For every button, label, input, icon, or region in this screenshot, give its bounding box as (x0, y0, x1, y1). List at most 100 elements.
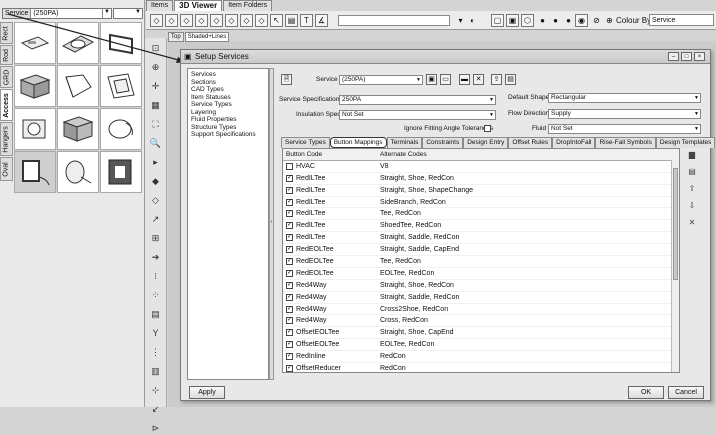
tree-item-cad-types[interactable]: CAD Types (191, 86, 265, 94)
row-checkbox[interactable]: ✓ (286, 329, 293, 337)
table-row[interactable]: ✓ Red4Way Cross2Shoe, RedCon (283, 304, 679, 316)
select-mode-icon[interactable]: ↖ (270, 14, 283, 27)
tab-hangers[interactable]: Hangers (0, 122, 13, 156)
upload-icon[interactable]: ⇪ (491, 74, 502, 85)
fit-icon[interactable]: ⛶ (149, 117, 163, 131)
tree-item-item-statuses[interactable]: Item Statuses (191, 94, 265, 102)
alternate-codes-cell[interactable]: Straight, Shoe, CapEnd (378, 329, 679, 336)
tab-item-folders[interactable]: Item Folders (223, 0, 273, 11)
tool-10-icon[interactable]: ↗ (149, 212, 163, 226)
ok-button[interactable]: OK (628, 386, 664, 399)
table-row[interactable]: ✓ OffsetEOLTee EOLTee, RedCon (283, 339, 679, 352)
tab-constraints[interactable]: Constraints (422, 137, 464, 148)
alternate-codes-cell[interactable]: Straight, Saddle, RedCon (378, 234, 679, 241)
alternate-codes-cell[interactable]: Straight, Saddle, CapEnd (378, 246, 679, 253)
row-checkbox[interactable]: ✓ (286, 257, 293, 265)
tab-button-mappings[interactable]: Button Mappings (329, 137, 387, 148)
row-checkbox[interactable] (286, 162, 293, 170)
table-row[interactable]: ✓ RedILTee Straight, Shoe, ShapeChange (283, 185, 679, 197)
table-row[interactable]: ✓ Red4Way Straight, Saddle, RedCon (283, 292, 679, 304)
scrollbar-thumb[interactable] (673, 168, 678, 280)
text-icon[interactable]: T (300, 14, 313, 27)
table-row[interactable]: ✓ RedILTee Straight, Saddle, RedCon (283, 232, 679, 245)
tree-item-fluid-properties[interactable]: Fluid Properties (191, 116, 265, 124)
tool-18-icon[interactable]: ▥ (149, 364, 163, 378)
alternate-codes-cell[interactable]: Straight, Shoe, RedCon (378, 175, 679, 182)
round-access-tile[interactable] (100, 108, 142, 150)
view-iso-7-icon[interactable]: ◇ (240, 14, 253, 27)
flow-direction-select[interactable]: Supply ▼ (548, 109, 701, 119)
table-row[interactable]: ✓ RedILTee ShoedTee, RedCon (283, 220, 679, 233)
alternate-codes-cell[interactable]: V8 (378, 163, 679, 170)
row-checkbox[interactable]: ✓ (286, 222, 293, 230)
row-checkbox[interactable]: ✓ (286, 186, 293, 194)
alternate-codes-cell[interactable]: Tee, RedCon (378, 258, 679, 265)
edit-row-icon[interactable]: ▤ (687, 167, 697, 177)
table-row[interactable]: ✓ RedEOLTee Straight, Saddle, CapEnd (283, 244, 679, 257)
folder-icon[interactable]: ▭ (440, 74, 451, 85)
tree-item-layering[interactable]: Layering (191, 109, 265, 117)
apply-button[interactable]: Apply (189, 386, 225, 399)
damper-box-tile[interactable] (57, 108, 99, 150)
fluid-select[interactable]: Not Set ▼ (548, 124, 701, 134)
save-icon[interactable]: ▣ (426, 74, 437, 85)
shade-icon[interactable]: ◐ (466, 14, 479, 27)
clock-icon[interactable]: ⊘ (590, 14, 603, 27)
toolbar-combo[interactable] (338, 15, 450, 26)
tool-11-icon[interactable]: ⊞ (149, 231, 163, 245)
square-frame-tile[interactable] (100, 151, 142, 193)
alternate-codes-cell[interactable]: RedCon (378, 353, 679, 360)
disc-tile[interactable] (57, 151, 99, 193)
table-row[interactable]: ✓ RedILTee Straight, Shoe, RedCon (283, 173, 679, 185)
alternate-codes-cell[interactable]: Straight, Saddle, RedCon (378, 294, 679, 301)
row-checkbox[interactable]: ✓ (286, 353, 293, 361)
colour-by-combo[interactable]: Service (649, 14, 714, 26)
tree-item-services[interactable]: Services (191, 71, 265, 79)
tool-20-icon[interactable]: ↙ (149, 402, 163, 416)
row-checkbox[interactable]: ✓ (286, 305, 293, 313)
tree-item-service-types[interactable]: Service Types (191, 101, 265, 109)
insulation-spec-select[interactable]: Not Set ▼ (339, 110, 496, 120)
move-up-icon[interactable]: ⇧ (687, 184, 697, 194)
dialog-title-bar[interactable]: ▣ Setup Services – □ × (181, 50, 710, 64)
tab-dropintofall[interactable]: DropIntoFall (552, 137, 596, 148)
service-spec-select[interactable]: 250PA ▼ (339, 95, 496, 105)
table-row[interactable]: ✓ OffsetEOLTee Straight, Shoe, CapEnd (283, 327, 679, 340)
tab-design-entry[interactable]: Design Entry (463, 137, 509, 148)
grid-scrollbar[interactable] (671, 160, 679, 372)
maximize-icon[interactable]: □ (681, 52, 692, 61)
tool-14-icon[interactable]: ⁘ (149, 288, 163, 302)
panel-splitter[interactable]: ‹ (269, 68, 274, 380)
alternate-codes-cell[interactable]: EOLTee, RedCon (378, 270, 679, 277)
tree-item-sections[interactable]: Sections (191, 79, 265, 87)
row-checkbox[interactable]: ✓ (286, 341, 293, 349)
tab-offset-rules[interactable]: Offset Rules (508, 137, 553, 148)
tab-terminals[interactable]: Terminals (386, 137, 423, 148)
tree-item-support-specifications[interactable]: Support Specifications (191, 131, 265, 139)
row-checkbox[interactable]: ✓ (286, 174, 293, 182)
table-row[interactable]: ✓ RedInline RedCon (283, 351, 679, 364)
list-icon[interactable]: ▤ (505, 74, 516, 85)
tool-17-icon[interactable]: ⋮ (149, 345, 163, 359)
tool-7-icon[interactable]: ▸ (149, 155, 163, 169)
row-checkbox[interactable]: ✓ (286, 317, 293, 325)
sphere-1-icon[interactable]: ● (536, 14, 549, 27)
render-1-icon[interactable]: ▢ (491, 14, 504, 27)
alternate-codes-cell[interactable]: SideBranch, RedCon (378, 199, 679, 206)
measure-icon[interactable]: ∡ (315, 14, 328, 27)
move-down-icon[interactable]: ⇩ (687, 201, 697, 211)
table-row[interactable]: ✓ Red4Way Straight, Shoe, RedCon (283, 280, 679, 292)
alternate-codes-cell[interactable]: Straight, Shoe, ShapeChange (378, 187, 679, 194)
service-doc-icon[interactable]: 🗎 (281, 74, 292, 85)
alternate-codes-cell[interactable]: Cross2Shoe, RedCon (378, 306, 679, 313)
copy-icon[interactable]: ▬ (459, 74, 470, 85)
tool-12-icon[interactable]: ➔ (149, 250, 163, 264)
tab-rise-fall-symbols[interactable]: Rise-Fall Symbols (595, 137, 656, 148)
row-checkbox[interactable]: ✓ (286, 234, 293, 242)
tool-8-icon[interactable]: ◆ (149, 174, 163, 188)
service-select[interactable]: (250PA) ▼ (339, 75, 423, 85)
properties-icon[interactable]: ▤ (285, 14, 298, 27)
delete-row-icon[interactable]: ✕ (687, 218, 697, 228)
view-iso-8-icon[interactable]: ◇ (255, 14, 268, 27)
column-header-button-code[interactable]: Button Code (283, 151, 378, 158)
